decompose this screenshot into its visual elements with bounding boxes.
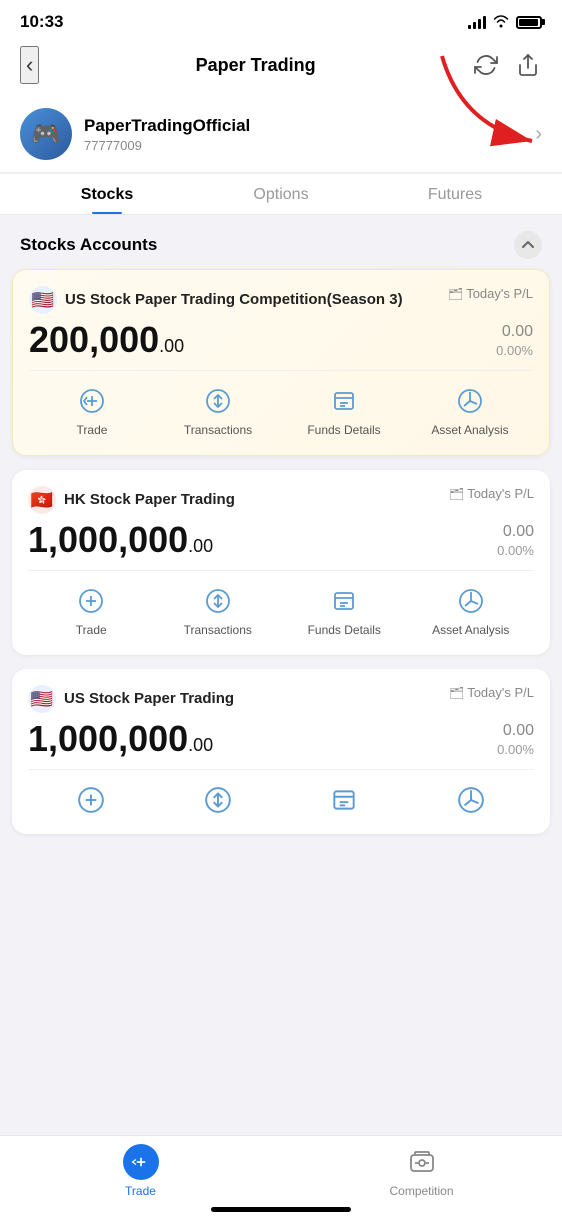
funds-icon-1 <box>328 385 360 417</box>
analysis-icon-2 <box>455 585 487 617</box>
profile-chevron-icon[interactable]: › <box>535 123 542 146</box>
funds-button-3[interactable] <box>281 784 408 816</box>
card-actions-3 <box>28 769 534 818</box>
transactions-icon-3 <box>202 784 234 816</box>
analysis-button-2[interactable]: Asset Analysis <box>408 585 535 637</box>
pl-value-1: 0.00 <box>496 323 533 341</box>
pl-pct-2: 0.00% <box>497 543 534 558</box>
collapse-button[interactable] <box>514 231 542 259</box>
status-icons <box>468 14 542 31</box>
transactions-button-3[interactable] <box>155 784 282 816</box>
card-header-2: 🇭🇰 HK Stock Paper Trading 🗂 Today's P/L <box>28 486 534 514</box>
pl-values-1: 0.00 0.00% <box>496 323 533 358</box>
card-actions-2: Trade Transactions <box>28 570 534 639</box>
profile-name: PaperTradingOfficial <box>84 116 535 136</box>
trade-nav-icon <box>123 1144 159 1180</box>
funds-button-2[interactable]: Funds Details <box>281 585 408 637</box>
competition-nav-icon <box>404 1144 440 1180</box>
nav-competition[interactable]: Competition <box>281 1144 562 1198</box>
pl-value-3: 0.00 <box>497 722 534 740</box>
nav-header: ‹ Paper Trading <box>0 36 562 96</box>
analysis-button-1[interactable]: Asset Analysis <box>407 385 533 437</box>
analysis-label-2: Asset Analysis <box>432 623 509 637</box>
signal-icon <box>468 15 486 29</box>
profile-info: PaperTradingOfficial 77777009 <box>84 116 535 153</box>
analysis-button-3[interactable] <box>408 784 535 816</box>
battery-icon <box>516 16 542 29</box>
pl-values-2: 0.00 0.00% <box>497 523 534 558</box>
trade-button-3[interactable] <box>28 784 155 816</box>
account-title-1: US Stock Paper Trading Competition(Seaso… <box>65 290 403 310</box>
trade-icon-1 <box>76 385 108 417</box>
account-card-us-competition: 🇺🇸 US Stock Paper Trading Competition(Se… <box>12 269 550 456</box>
nav-actions <box>472 51 542 79</box>
transactions-label-2: Transactions <box>184 623 252 637</box>
avatar: 🎮 <box>20 108 72 160</box>
section-title: Stocks Accounts <box>20 235 157 255</box>
pl-label-3: 🗂 Today's P/L <box>449 685 534 700</box>
pl-label-2: 🗂 Today's P/L <box>449 486 534 501</box>
trade-button-2[interactable]: Trade <box>28 585 155 637</box>
funds-label-2: Funds Details <box>308 623 381 637</box>
funds-icon-2 <box>328 585 360 617</box>
balance-2: 1,000,000.00 <box>28 522 213 558</box>
pl-values-3: 0.00 0.00% <box>497 722 534 757</box>
account-card-us-stock: 🇺🇸 US Stock Paper Trading 🗂 Today's P/L … <box>12 669 550 834</box>
tab-options[interactable]: Options <box>194 174 368 214</box>
analysis-label-1: Asset Analysis <box>431 423 508 437</box>
pl-label-1: 🗂 Today's P/L <box>448 286 533 301</box>
wifi-icon <box>492 14 510 31</box>
page-title: Paper Trading <box>196 55 316 76</box>
trade-button-1[interactable]: Trade <box>29 385 155 437</box>
account-card-hk-stock: 🇭🇰 HK Stock Paper Trading 🗂 Today's P/L … <box>12 470 550 655</box>
balance-row-1: 200,000.00 0.00 0.00% <box>29 322 533 358</box>
pl-pct-1: 0.00% <box>496 343 533 358</box>
pl-pct-3: 0.00% <box>497 742 534 757</box>
analysis-icon-3 <box>455 784 487 816</box>
profile-id: 77777009 <box>84 138 535 153</box>
funds-button-1[interactable]: Funds Details <box>281 385 407 437</box>
back-button[interactable]: ‹ <box>20 46 39 84</box>
account-title-3: US Stock Paper Trading <box>64 689 234 709</box>
nav-trade[interactable]: Trade <box>0 1144 281 1198</box>
card-header-3: 🇺🇸 US Stock Paper Trading 🗂 Today's P/L <box>28 685 534 713</box>
flag-us2-icon: 🇺🇸 <box>28 685 56 713</box>
flag-hk-icon: 🇭🇰 <box>28 486 56 514</box>
section-header: Stocks Accounts <box>0 215 562 269</box>
status-bar: 10:33 <box>0 0 562 36</box>
trade-label-2: Trade <box>76 623 107 637</box>
account-title-2: HK Stock Paper Trading <box>64 490 235 510</box>
balance-row-3: 1,000,000.00 0.00 0.00% <box>28 721 534 757</box>
trade-icon-2 <box>75 585 107 617</box>
transactions-button-1[interactable]: Transactions <box>155 385 281 437</box>
balance-3: 1,000,000.00 <box>28 721 213 757</box>
funds-label-1: Funds Details <box>307 423 380 437</box>
refresh-button[interactable] <box>472 51 500 79</box>
analysis-icon-1 <box>454 385 486 417</box>
share-button[interactable] <box>514 51 542 79</box>
funds-icon-3 <box>328 784 360 816</box>
balance-1: 200,000.00 <box>29 322 184 358</box>
transactions-icon-1 <box>202 385 234 417</box>
nav-trade-label: Trade <box>125 1184 156 1198</box>
transactions-button-2[interactable]: Transactions <box>155 585 282 637</box>
profile-row[interactable]: 🎮 PaperTradingOfficial 77777009 › <box>0 96 562 173</box>
card-actions-1: Trade Transactions <box>29 370 533 439</box>
balance-row-2: 1,000,000.00 0.00 0.00% <box>28 522 534 558</box>
transactions-icon-2 <box>202 585 234 617</box>
trade-icon-3 <box>75 784 107 816</box>
tab-futures[interactable]: Futures <box>368 174 542 214</box>
nav-competition-label: Competition <box>389 1184 453 1198</box>
bottom-nav: Trade Competition <box>0 1135 562 1218</box>
tab-stocks[interactable]: Stocks <box>20 174 194 214</box>
card-header-1: 🇺🇸 US Stock Paper Trading Competition(Se… <box>29 286 533 314</box>
pl-value-2: 0.00 <box>497 523 534 541</box>
tabs-container: Stocks Options Futures <box>0 174 562 215</box>
trade-label-1: Trade <box>77 423 108 437</box>
flag-us-icon: 🇺🇸 <box>29 286 57 314</box>
transactions-label-1: Transactions <box>184 423 252 437</box>
home-indicator <box>211 1207 351 1212</box>
status-time: 10:33 <box>20 12 63 32</box>
